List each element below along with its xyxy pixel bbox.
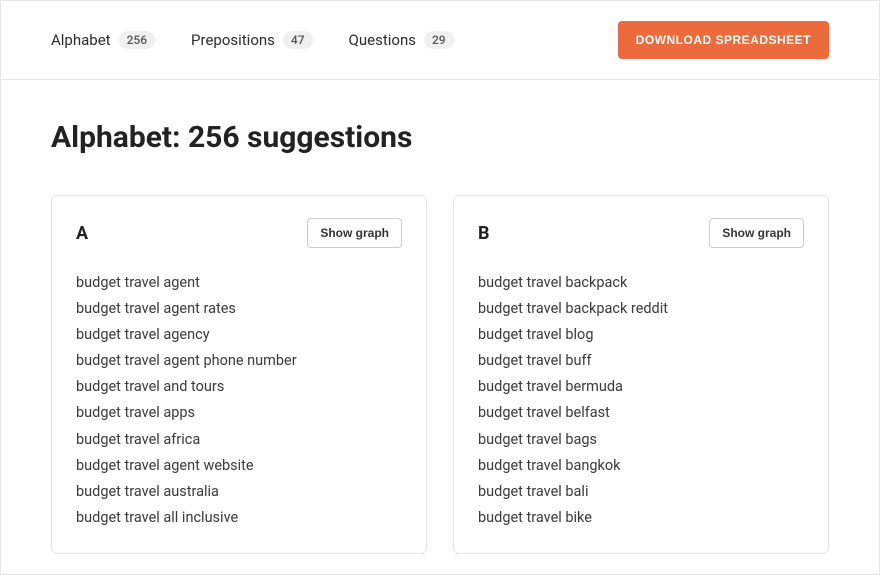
list-item[interactable]: budget travel bangkok <box>478 453 804 479</box>
tab-questions[interactable]: Questions 29 <box>349 31 454 49</box>
cards-row: A Show graph budget travel agent budget … <box>51 195 829 554</box>
tab-bar: Alphabet 256 Prepositions 47 Questions 2… <box>1 0 879 80</box>
list-item[interactable]: budget travel bags <box>478 427 804 453</box>
list-item[interactable]: budget travel and tours <box>76 374 402 400</box>
content-area: Alphabet: 256 suggestions A Show graph b… <box>1 80 879 574</box>
list-item[interactable]: budget travel agent <box>76 270 402 296</box>
show-graph-button[interactable]: Show graph <box>709 218 804 248</box>
list-item[interactable]: budget travel agent website <box>76 453 402 479</box>
card-letter: B <box>478 223 490 244</box>
card-b: B Show graph budget travel backpack budg… <box>453 195 829 554</box>
download-spreadsheet-button[interactable]: DOWNLOAD SPREADSHEET <box>618 21 829 59</box>
list-item[interactable]: budget travel blog <box>478 322 804 348</box>
tab-count-badge: 29 <box>424 31 454 49</box>
tab-label: Alphabet <box>51 31 111 49</box>
suggestion-list: budget travel agent budget travel agent … <box>76 270 402 531</box>
list-item[interactable]: budget travel bike <box>478 505 804 531</box>
card-header: B Show graph <box>478 218 804 248</box>
list-item[interactable]: budget travel apps <box>76 400 402 426</box>
list-item[interactable]: budget travel agency <box>76 322 402 348</box>
list-item[interactable]: budget travel bermuda <box>478 374 804 400</box>
list-item[interactable]: budget travel africa <box>76 427 402 453</box>
list-item[interactable]: budget travel bali <box>478 479 804 505</box>
list-item[interactable]: budget travel backpack <box>478 270 804 296</box>
tab-count-badge: 256 <box>119 31 155 49</box>
tab-count-badge: 47 <box>283 31 313 49</box>
card-a: A Show graph budget travel agent budget … <box>51 195 427 554</box>
card-letter: A <box>76 223 88 244</box>
tab-alphabet[interactable]: Alphabet 256 <box>51 31 155 49</box>
list-item[interactable]: budget travel australia <box>76 479 402 505</box>
show-graph-button[interactable]: Show graph <box>307 218 402 248</box>
list-item[interactable]: budget travel agent rates <box>76 296 402 322</box>
tab-prepositions[interactable]: Prepositions 47 <box>191 31 313 49</box>
tab-label: Questions <box>349 31 416 49</box>
card-header: A Show graph <box>76 218 402 248</box>
list-item[interactable]: budget travel agent phone number <box>76 348 402 374</box>
list-item[interactable]: budget travel all inclusive <box>76 505 402 531</box>
suggestion-list: budget travel backpack budget travel bac… <box>478 270 804 531</box>
list-item[interactable]: budget travel belfast <box>478 400 804 426</box>
tab-label: Prepositions <box>191 31 275 49</box>
list-item[interactable]: budget travel buff <box>478 348 804 374</box>
list-item[interactable]: budget travel backpack reddit <box>478 296 804 322</box>
page-heading: Alphabet: 256 suggestions <box>51 120 829 155</box>
